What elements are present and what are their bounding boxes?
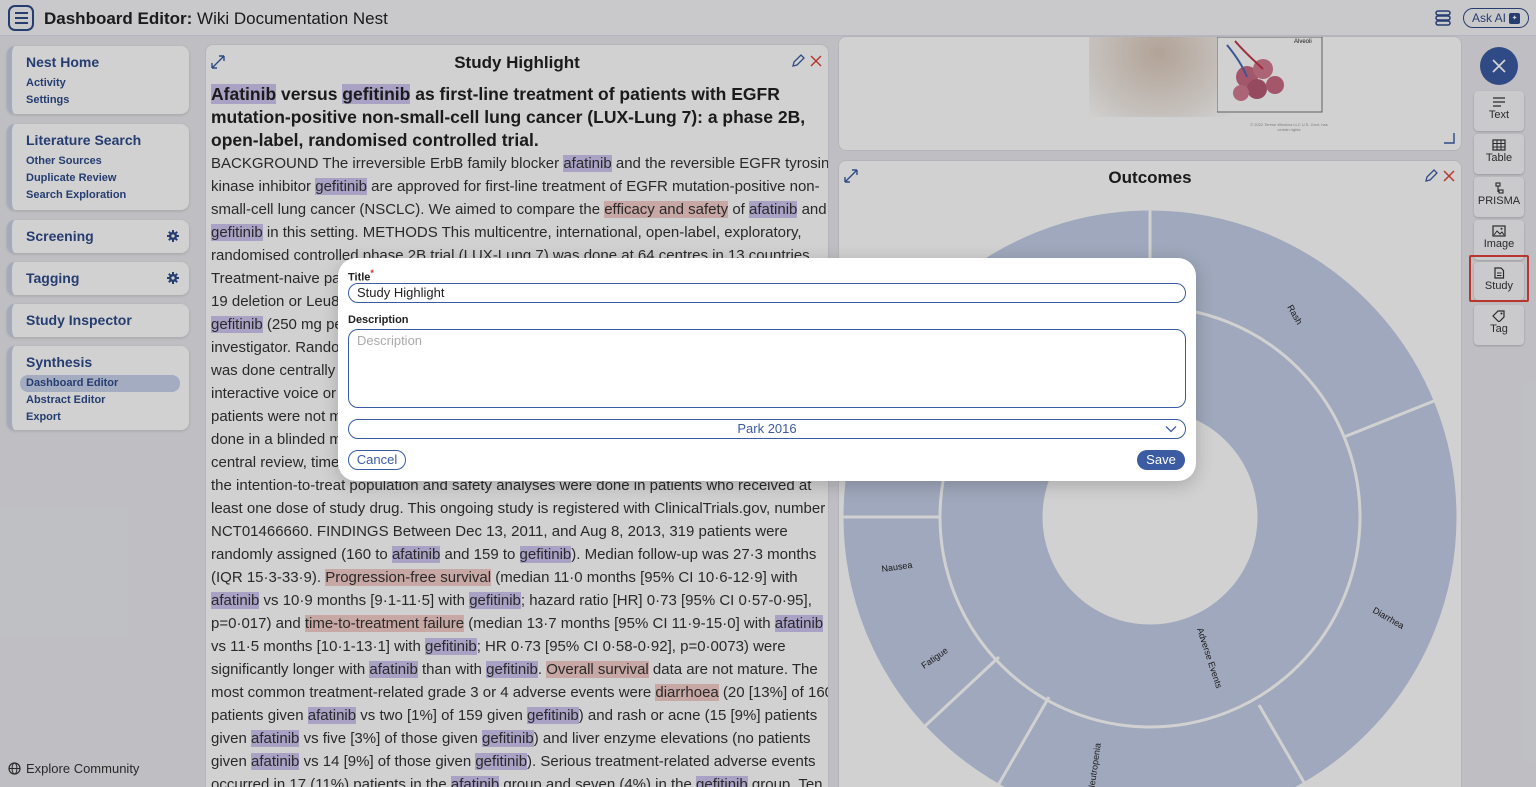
description-textarea[interactable]: Description bbox=[348, 329, 1186, 408]
title-field-label: Title* bbox=[348, 268, 374, 284]
study-select-dropdown[interactable]: Park 2016 bbox=[348, 419, 1186, 439]
cancel-button[interactable]: Cancel bbox=[348, 450, 406, 470]
description-field-label: Description bbox=[348, 314, 409, 326]
chevron-down-icon bbox=[1165, 426, 1177, 433]
title-input[interactable]: Study Highlight bbox=[348, 283, 1186, 303]
study-highlight-dialog: Title* Study Highlight Description Descr… bbox=[338, 258, 1196, 481]
study-select-value: Park 2016 bbox=[737, 421, 797, 436]
save-button[interactable]: Save bbox=[1137, 450, 1185, 470]
